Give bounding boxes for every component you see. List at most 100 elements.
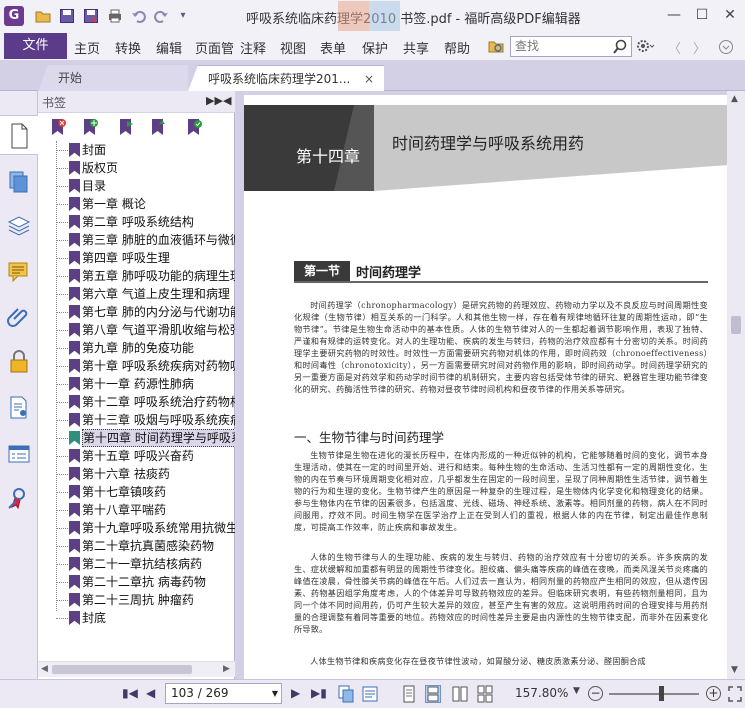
- bookmark-item[interactable]: 目录: [56, 177, 235, 195]
- nav-forward-icon[interactable]: 〉: [693, 38, 706, 57]
- next-page-icon[interactable]: ▶: [291, 686, 300, 700]
- maximize-button[interactable]: ☐: [688, 4, 716, 26]
- reflow-view-icon[interactable]: [362, 685, 378, 703]
- collapse-bookmark-icon[interactable]: [150, 118, 166, 136]
- nav-back-icon[interactable]: 〈: [668, 38, 681, 57]
- zoom-dropdown-icon[interactable]: ▼: [573, 686, 580, 696]
- customize-toolbar-icon[interactable]: ▾: [175, 8, 191, 24]
- bookmark-item[interactable]: 第十七章镇咳药: [56, 483, 235, 501]
- zoom-slider-track[interactable]: [609, 693, 699, 695]
- bookmark-item[interactable]: 封面: [56, 141, 235, 159]
- document-view[interactable]: 第十四章 时间药理学与呼吸系统用药 第一节 时间药理学 时间药理学（chrono…: [236, 91, 745, 679]
- security-lock-icon[interactable]: [6, 349, 32, 375]
- tab-start[interactable]: 开始: [38, 65, 188, 91]
- find-folder-icon[interactable]: [488, 38, 504, 54]
- menu-edit[interactable]: 编辑: [156, 38, 182, 57]
- expand-panel-icon[interactable]: ▶▶: [206, 94, 223, 107]
- bookmark-item[interactable]: 第六章 气道上皮生理和病理: [56, 285, 235, 303]
- fullscreen-icon[interactable]: [727, 685, 743, 703]
- collapse-ribbon-icon[interactable]: [718, 39, 734, 55]
- print-icon[interactable]: [107, 8, 123, 24]
- delete-bookmark-icon[interactable]: [50, 118, 66, 136]
- undo-icon[interactable]: [131, 8, 147, 24]
- layers-icon[interactable]: [6, 213, 32, 239]
- scroll-up-icon[interactable]: ▲: [731, 94, 738, 104]
- pages-thumbnail-icon[interactable]: [6, 169, 32, 195]
- zoom-out-button[interactable]: −: [588, 686, 603, 701]
- bookmark-item[interactable]: 第十八章平喘药: [56, 501, 235, 519]
- redo-icon[interactable]: [153, 8, 169, 24]
- bookmark-item[interactable]: 第二十三周抗 肿瘤药: [56, 591, 235, 609]
- bookmark-item[interactable]: 第四章 呼吸生理: [56, 249, 235, 267]
- tab-document[interactable]: 呼吸系统临床药理学201... ×: [188, 65, 384, 91]
- continuous-page-icon[interactable]: [425, 685, 441, 703]
- bookmark-item[interactable]: 第一章 概论: [56, 195, 235, 213]
- bookmark-item[interactable]: 第二章 呼吸系统结构: [56, 213, 235, 231]
- scroll-right-icon[interactable]: ▶: [223, 664, 230, 674]
- bookmark-item[interactable]: 第十四章 时间药理学与呼吸系: [56, 429, 235, 447]
- save-as-icon[interactable]: [83, 8, 99, 24]
- scroll-down-icon[interactable]: ▼: [731, 665, 738, 675]
- menu-home[interactable]: 主页: [74, 38, 100, 57]
- bookmark-item[interactable]: 第三章 肺脏的血液循环与微循: [56, 231, 235, 249]
- bookmark-item[interactable]: 第十九章呼吸系统常用抗微生: [56, 519, 235, 537]
- zoom-in-button[interactable]: +: [706, 686, 721, 701]
- menu-page-manage[interactable]: 页面管: [195, 38, 234, 57]
- continuous-view-icon[interactable]: [338, 685, 354, 703]
- close-button[interactable]: ✕: [716, 4, 744, 26]
- chevron-down-icon[interactable]: ▼: [272, 684, 278, 703]
- minimize-button[interactable]: —: [660, 4, 688, 26]
- bookmark-item[interactable]: 版权页: [56, 159, 235, 177]
- find-bookmark-icon[interactable]: [186, 118, 202, 136]
- continuous-facing-icon[interactable]: [477, 685, 493, 703]
- bookmark-item[interactable]: 第二十一章抗结核病药: [56, 555, 235, 573]
- add-bookmark-icon[interactable]: [82, 118, 98, 136]
- file-menu-button[interactable]: 文件: [4, 33, 67, 59]
- form-fields-icon[interactable]: [6, 441, 32, 467]
- page-number-input[interactable]: 103 / 269 ▼: [165, 683, 282, 704]
- bookmark-item[interactable]: 第五章 肺呼吸功能的病理生理: [56, 267, 235, 285]
- menu-share[interactable]: 共享: [403, 38, 429, 57]
- bookmark-item[interactable]: 第七章 肺的内分泌与代谢功能: [56, 303, 235, 321]
- previous-page-icon[interactable]: ◀: [146, 686, 155, 700]
- zoom-level[interactable]: 157.80%: [515, 686, 568, 700]
- save-icon[interactable]: [59, 8, 75, 24]
- bookmark-panel-icon[interactable]: [0, 115, 38, 155]
- menu-protect[interactable]: 保护: [362, 38, 388, 57]
- expand-bookmark-icon[interactable]: [118, 118, 134, 136]
- collapse-panel-icon[interactable]: ◀: [223, 94, 231, 107]
- scroll-thumb[interactable]: [731, 316, 741, 334]
- menu-view[interactable]: 视图: [280, 38, 306, 57]
- scroll-left-icon[interactable]: ◀: [41, 664, 48, 674]
- settings-gear-icon[interactable]: [636, 38, 656, 54]
- bookmark-item[interactable]: 第八章 气道平滑肌收缩与松弛: [56, 321, 235, 339]
- attachments-icon[interactable]: [6, 305, 32, 331]
- bookmark-item[interactable]: 封底: [56, 609, 235, 627]
- last-page-icon[interactable]: ▶▮: [311, 686, 327, 700]
- pdf-page[interactable]: 第十四章 时间药理学与呼吸系统用药 第一节 时间药理学 时间药理学（chrono…: [244, 95, 728, 679]
- bookmark-horizontal-scrollbar[interactable]: ◀ ▶: [38, 661, 235, 677]
- bookmark-item[interactable]: 第十二章 呼吸系统治疗药物相: [56, 393, 235, 411]
- zoom-slider-thumb[interactable]: [659, 686, 665, 701]
- bookmark-item[interactable]: 第十五章 呼吸兴奋药: [56, 447, 235, 465]
- signature-certificate-icon[interactable]: [6, 485, 32, 511]
- tab-close-icon[interactable]: ×: [364, 66, 374, 91]
- bookmark-item[interactable]: 第十六章 祛痰药: [56, 465, 235, 483]
- search-icon[interactable]: [612, 39, 628, 55]
- first-page-icon[interactable]: ▮◀: [122, 686, 138, 700]
- menu-convert[interactable]: 转换: [115, 38, 141, 57]
- bookmark-item[interactable]: 第十一章 药源性肺病: [56, 375, 235, 393]
- facing-pages-icon[interactable]: [452, 685, 468, 703]
- bookmark-item[interactable]: 第二十二章抗 病毒药物: [56, 573, 235, 591]
- open-folder-icon[interactable]: [35, 8, 51, 24]
- bookmark-item[interactable]: 第二十章抗真菌感染药物: [56, 537, 235, 555]
- single-page-icon[interactable]: [401, 685, 417, 703]
- menu-help[interactable]: 帮助: [444, 38, 470, 57]
- scroll-thumb[interactable]: [52, 665, 192, 674]
- comments-icon[interactable]: [6, 259, 32, 285]
- document-vertical-scrollbar[interactable]: ▲ ▼: [727, 91, 745, 679]
- bookmark-item[interactable]: 第十章 呼吸系统疾病对药物吸: [56, 357, 235, 375]
- content-search-icon[interactable]: [6, 395, 32, 421]
- bookmark-item[interactable]: 第九章 肺的免疫功能: [56, 339, 235, 357]
- menu-form[interactable]: 表单: [320, 38, 346, 57]
